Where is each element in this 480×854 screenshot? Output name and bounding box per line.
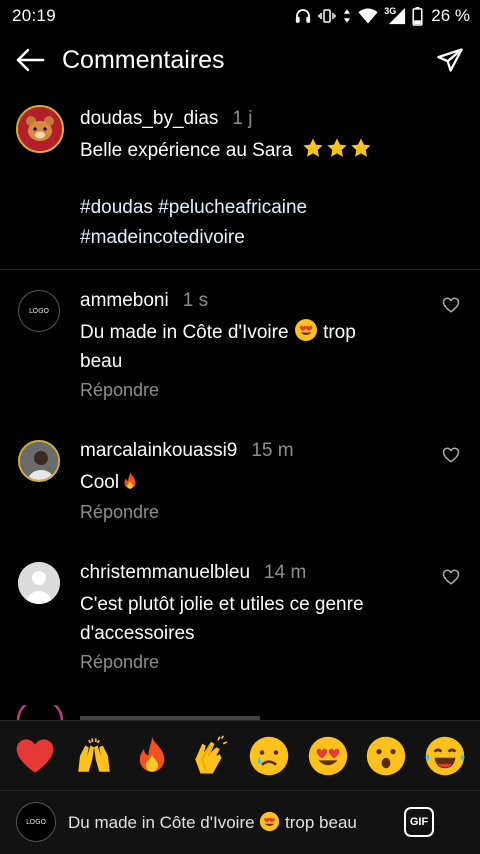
hashtag-link[interactable]: #madeincotedivoire: [80, 223, 307, 253]
fire-emoji-button[interactable]: [129, 733, 175, 779]
bear-logo-icon: [18, 107, 62, 151]
username[interactable]: christemmanuelbleu: [80, 562, 250, 583]
caption-user-line: doudas_by_dias 1 j: [80, 108, 252, 130]
timestamp: 15 m: [251, 440, 294, 461]
clapping-hands-emoji-button[interactable]: [188, 733, 234, 779]
battery-icon: [412, 6, 423, 26]
like-button[interactable]: [442, 446, 464, 468]
tears-of-joy-face-icon: [425, 736, 465, 775]
share-button[interactable]: [420, 32, 480, 88]
default-avatar-icon: [18, 562, 60, 604]
comment-text-part: C'est plutôt jolie et utiles ce genre: [80, 594, 364, 615]
comment-text: Cool: [80, 468, 420, 497]
username[interactable]: marcalainkouassi9: [80, 440, 237, 461]
battery-percent: 26 %: [431, 6, 470, 25]
heart-outline-icon: [442, 297, 460, 313]
caption-text: Belle expérience au Sara: [80, 136, 374, 169]
header: Commentaires: [0, 32, 480, 88]
fire-emoji-icon: [124, 471, 136, 489]
comment-input-bar: LOGO Du made in Côte d'Ivoire trop beau …: [0, 790, 480, 854]
partial-comment: [0, 705, 480, 720]
star-icon: [326, 138, 347, 157]
comment-text-part: Du made in Côte d'Ivoire: [80, 322, 289, 343]
avatar-logo-text: LOGO: [25, 818, 47, 826]
raising-hands-emoji-button[interactable]: [71, 733, 117, 779]
red-heart-icon: [16, 738, 54, 773]
comment-item: marcalainkouassi9 15 m Cool Répondre: [0, 438, 480, 538]
timestamp: 1 s: [182, 290, 209, 311]
status-time: 20:19: [12, 6, 57, 25]
raising-hands-icon: [78, 738, 110, 772]
person-photo-icon: [20, 442, 58, 480]
back-button[interactable]: [0, 32, 60, 88]
crying-face-emoji-button[interactable]: [246, 733, 292, 779]
timestamp: 14 m: [264, 562, 307, 583]
hashtag-link[interactable]: #doudas #pelucheafricaine: [80, 193, 307, 223]
paper-plane-icon: [437, 48, 463, 72]
caption-text-body: Belle expérience au Sara: [80, 140, 293, 161]
heart-outline-icon: [442, 447, 460, 463]
comment-input-text: Du made in Côte d'Ivoire: [68, 813, 255, 832]
avatar[interactable]: [16, 105, 64, 153]
heart-eyes-emoji-icon: [260, 811, 280, 832]
heart-outline-icon: [442, 569, 460, 585]
astonished-face-emoji-button[interactable]: [363, 733, 409, 779]
reply-button[interactable]: Répondre: [80, 380, 159, 401]
avatar[interactable]: [18, 562, 60, 604]
comment-text-part: beau: [80, 351, 123, 372]
astonished-face-icon: [367, 736, 406, 775]
crying-face-icon: [250, 736, 289, 775]
comment-input-text: trop beau: [285, 813, 357, 832]
like-button[interactable]: [442, 296, 464, 318]
star-icon: [302, 138, 323, 157]
comment-text-part: d'accessoires: [80, 623, 195, 644]
wifi-icon: [358, 8, 378, 24]
status-bar: 20:19 3G 26 %: [0, 0, 480, 32]
stars-emoji: [302, 137, 374, 169]
reply-button[interactable]: Répondre: [80, 652, 159, 673]
username[interactable]: doudas_by_dias: [80, 108, 218, 129]
comment-text-part: Cool: [80, 472, 120, 493]
star-icon: [350, 138, 371, 157]
tears-of-joy-emoji-button[interactable]: [422, 733, 468, 779]
comment-text-part: trop: [323, 322, 356, 343]
comment-user-line: christemmanuelbleu 14 m: [80, 562, 306, 584]
like-button[interactable]: [442, 568, 464, 590]
comment-item: christemmanuelbleu 14 m C'est plutôt joli…: [0, 560, 480, 680]
comment-user-line: marcalainkouassi9 15 m: [80, 440, 294, 462]
avatar: LOGO: [16, 802, 56, 842]
avatar[interactable]: [18, 440, 60, 482]
vibrate-icon: [318, 9, 336, 23]
avatar-logo-text: LOGO: [28, 307, 50, 315]
data-arrows-icon: [344, 9, 351, 23]
reply-button[interactable]: Répondre: [80, 502, 159, 523]
heart-emoji-button[interactable]: [12, 733, 58, 779]
timestamp: 1 j: [232, 108, 253, 129]
heart-eyes-emoji-button[interactable]: [305, 733, 351, 779]
back-arrow-icon: [16, 48, 45, 72]
username[interactable]: ammeboni: [80, 290, 169, 311]
quick-emoji-bar: [0, 720, 480, 790]
page-title: Commentaires: [62, 45, 225, 74]
avatar-ring-fragment-icon: [16, 705, 260, 720]
caption-hashtags: #doudas #pelucheafricaine #madeincotediv…: [80, 193, 307, 253]
clapping-hands-icon: [195, 734, 227, 773]
gif-button[interactable]: GIF: [404, 807, 434, 837]
avatar[interactable]: LOGO: [18, 290, 60, 332]
signal-icon: [389, 7, 406, 25]
fire-icon: [140, 736, 165, 772]
comment-item: LOGO ammeboni 1 s Du made in Côte d'Ivoir…: [0, 288, 480, 408]
status-icons: 3G 26 %: [294, 6, 470, 26]
comment-user-line: ammeboni 1 s: [80, 290, 208, 312]
comment-text: C'est plutôt jolie et utiles ce genre d'…: [80, 590, 420, 648]
heart-eyes-face-icon: [308, 736, 347, 775]
headphones-icon: [296, 9, 311, 23]
heart-eyes-emoji-icon: [294, 319, 317, 341]
comment-input[interactable]: Du made in Côte d'Ivoire trop beau: [68, 811, 357, 833]
comment-text: Du made in Côte d'Ivoire trop beau: [80, 318, 420, 376]
post-caption: doudas_by_dias 1 j Belle expérience au Sa…: [0, 100, 480, 270]
